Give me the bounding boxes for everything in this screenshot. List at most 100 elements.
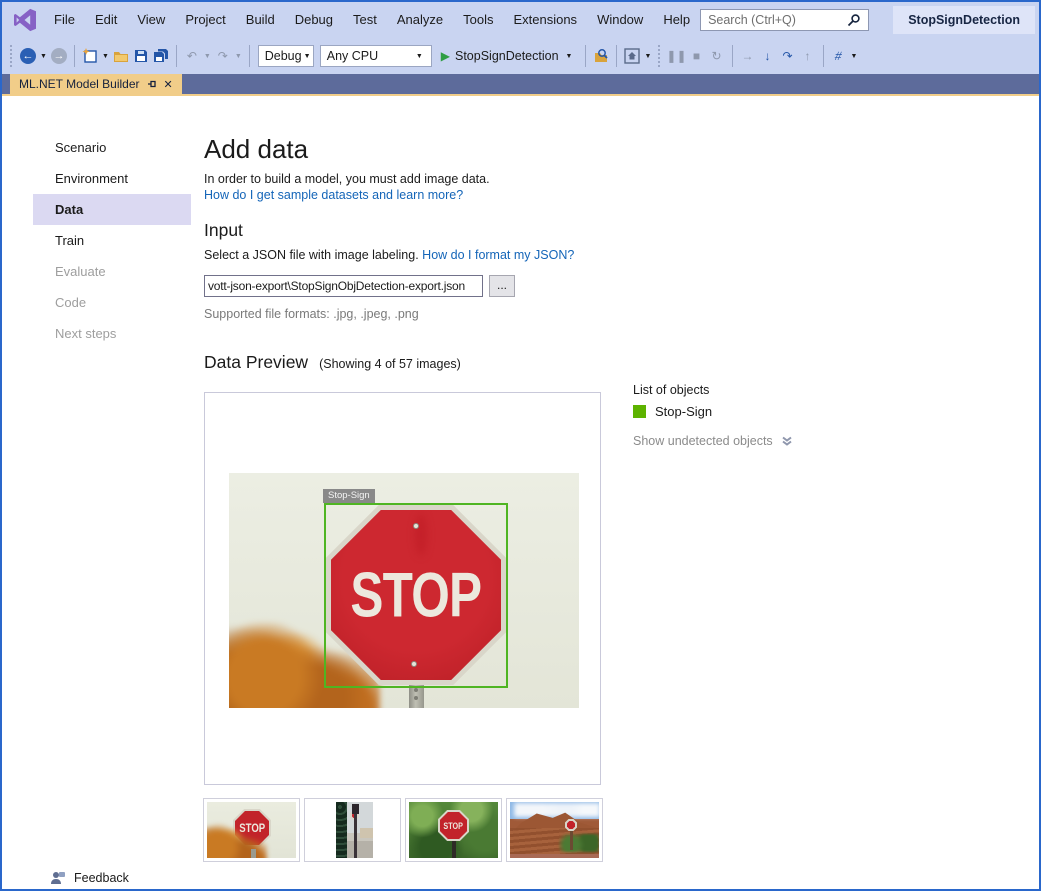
show-undetected-toggle[interactable]: Show undetected objects — [633, 434, 793, 448]
sidebar-item-data[interactable]: Data — [33, 194, 191, 225]
show-next-statement-button: → — [738, 44, 758, 68]
toolbar-overflow-icon[interactable]: ▼ — [642, 53, 653, 60]
chevron-down-icon: ▼ — [302, 53, 313, 60]
double-chevron-down-icon[interactable] — [781, 436, 793, 447]
objects-panel: List of objects Stop-Sign Show undetecte… — [633, 383, 793, 448]
solution-configuration-value: Debug — [265, 49, 302, 63]
save-button[interactable] — [131, 44, 151, 68]
objects-panel-heading: List of objects — [633, 383, 793, 397]
diagnostics-window-button[interactable] — [622, 44, 642, 68]
toolbar-separator — [74, 45, 75, 67]
format-json-link[interactable]: How do I format my JSON? — [422, 248, 574, 262]
thumbnail-stop-sign-desert[interactable] — [506, 798, 603, 862]
new-project-button[interactable] — [80, 44, 100, 68]
sidebar-item-environment[interactable]: Environment — [33, 163, 191, 194]
bounding-box-label: Stop-Sign — [323, 489, 375, 503]
step-into-button[interactable]: ↓ — [758, 44, 778, 68]
restart-button: ↻ — [707, 44, 727, 68]
toolbar-separator — [616, 45, 617, 67]
feedback-person-icon — [50, 870, 66, 885]
object-list-item: Stop-Sign — [633, 404, 793, 419]
solution-platform-dropdown[interactable]: Any CPU ▼ — [320, 45, 432, 67]
start-debugging-label: StopSignDetection — [455, 49, 559, 63]
menu-tools[interactable]: Tools — [453, 2, 503, 38]
close-icon[interactable]: ✕ — [164, 78, 173, 91]
image-count-note: (Showing 4 of 57 images) — [319, 357, 461, 371]
code-cleanup-button[interactable]: # — [829, 44, 849, 68]
redo-dropdown-icon[interactable]: ▼ — [233, 53, 244, 60]
toolbar: ← ▼ → ▼ ↶ ▼ ↷ ▼ Debug ▼ Any CPU ▼ — [2, 38, 1039, 74]
navigate-forward-button[interactable]: → — [49, 44, 69, 68]
menu-help[interactable]: Help — [653, 2, 700, 38]
menu-view[interactable]: View — [127, 2, 175, 38]
save-all-button[interactable] — [151, 44, 171, 68]
menu-bar: File Edit View Project Build Debug Test … — [2, 2, 1039, 38]
step-out-button: ↑ — [798, 44, 818, 68]
input-instruction: Select a JSON file with image labeling. … — [204, 248, 574, 262]
sidebar-item-train[interactable]: Train — [33, 225, 191, 256]
pin-icon[interactable] — [147, 79, 157, 89]
visual-studio-window: File Edit View Project Build Debug Test … — [0, 0, 1041, 891]
menu-file[interactable]: File — [44, 2, 85, 38]
sidebar-item-code: Code — [33, 287, 191, 318]
document-tab-well: ML.NET Model Builder ✕ — [2, 74, 1039, 96]
redo-button[interactable]: ↷ — [213, 44, 233, 68]
menu-test[interactable]: Test — [343, 2, 387, 38]
json-file-path-input[interactable] — [204, 275, 483, 297]
intro-text: In order to build a model, you must add … — [204, 172, 490, 186]
bounding-box[interactable] — [324, 503, 508, 688]
browse-button[interactable]: ... — [489, 275, 515, 297]
open-file-button[interactable] — [111, 44, 131, 68]
tab-mlnet-model-builder[interactable]: ML.NET Model Builder ✕ — [10, 74, 182, 94]
toolbar-separator — [585, 45, 586, 67]
menu-window[interactable]: Window — [587, 2, 653, 38]
thumbnail-stop-sign-field[interactable]: STOP — [203, 798, 300, 862]
feedback-button[interactable]: Feedback — [50, 870, 129, 885]
toolbar-separator — [823, 45, 824, 67]
search-icon[interactable] — [847, 13, 861, 27]
attach-to-process-button[interactable] — [591, 44, 611, 68]
toolbar-separator — [176, 45, 177, 67]
tree-foliage — [207, 823, 267, 858]
visual-studio-logo-icon — [12, 8, 38, 32]
new-project-dropdown-icon[interactable]: ▼ — [100, 53, 111, 60]
menu-analyze[interactable]: Analyze — [387, 2, 453, 38]
navigate-back-dropdown-icon[interactable]: ▼ — [38, 53, 49, 60]
search-placeholder: Search (Ctrl+Q) — [708, 13, 847, 27]
navigate-back-button[interactable]: ← — [18, 44, 38, 68]
supported-formats-note: Supported file formats: .jpg, .jpeg, .pn… — [204, 307, 419, 321]
tab-label: ML.NET Model Builder — [19, 77, 140, 91]
menu-project[interactable]: Project — [175, 2, 235, 38]
preview-image[interactable]: STOP Stop-Sign — [229, 473, 579, 708]
menu-extensions[interactable]: Extensions — [503, 2, 587, 38]
toolbar-overflow-icon[interactable]: ▼ — [849, 53, 860, 60]
chevron-down-icon: ▼ — [414, 53, 425, 60]
sample-datasets-link[interactable]: How do I get sample datasets and learn m… — [204, 188, 463, 202]
thumbnail-street-pole[interactable] — [304, 798, 401, 862]
project-name-badge[interactable]: StopSignDetection — [893, 6, 1035, 34]
toolbar-grip-handle[interactable] — [657, 45, 662, 67]
sidebar-item-scenario[interactable]: Scenario — [33, 132, 191, 163]
toolbar-separator — [732, 45, 733, 67]
step-over-button[interactable]: ↷ — [778, 44, 798, 68]
sidebar-item-next-steps: Next steps — [33, 318, 191, 349]
page-title: Add data — [204, 134, 308, 165]
menu-build[interactable]: Build — [236, 2, 285, 38]
input-section-heading: Input — [204, 220, 243, 241]
search-input[interactable]: Search (Ctrl+Q) — [700, 9, 869, 31]
data-preview-heading: Data Preview — [204, 352, 308, 373]
chevron-down-icon: ▼ — [564, 53, 575, 60]
input-instruction-text: Select a JSON file with image labeling. — [204, 248, 419, 262]
feedback-label: Feedback — [74, 871, 129, 885]
menu-edit[interactable]: Edit — [85, 2, 127, 38]
thumbnail-stop-sign-trees[interactable]: STOP — [405, 798, 502, 862]
solution-configuration-dropdown[interactable]: Debug ▼ — [258, 45, 314, 67]
start-debugging-button[interactable]: ▶ StopSignDetection ▼ — [435, 49, 581, 63]
solution-platform-value: Any CPU — [327, 49, 414, 63]
toolbar-grip-handle[interactable] — [9, 45, 14, 67]
show-undetected-label: Show undetected objects — [633, 434, 773, 448]
menu-debug[interactable]: Debug — [285, 2, 343, 38]
pause-button: ❚❚ — [666, 44, 686, 68]
undo-dropdown-icon[interactable]: ▼ — [202, 53, 213, 60]
undo-button[interactable]: ↶ — [182, 44, 202, 68]
